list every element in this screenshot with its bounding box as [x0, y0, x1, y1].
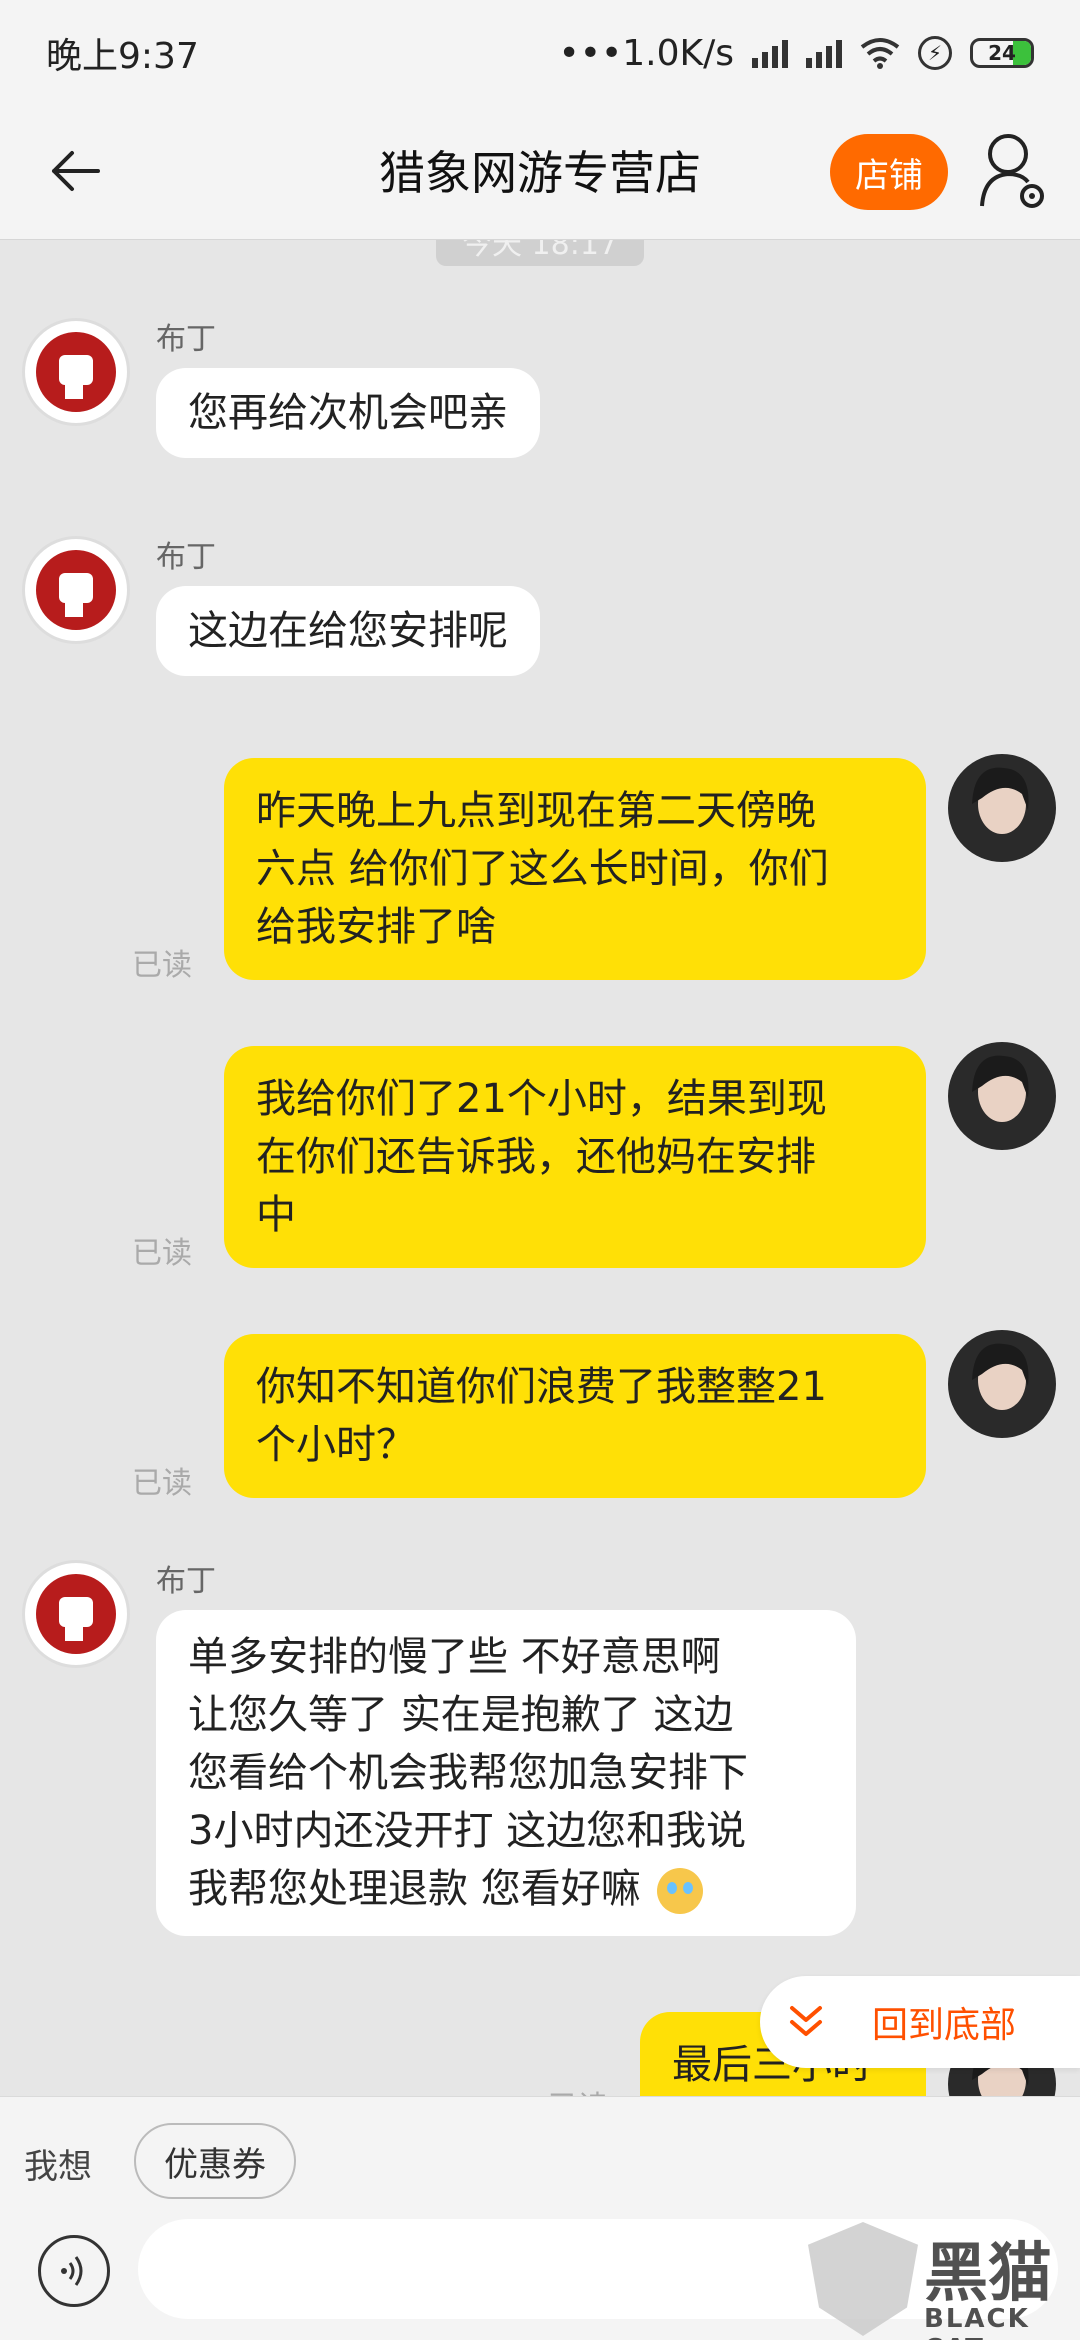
- coupon-button[interactable]: 优惠券: [134, 2123, 296, 2199]
- quick-reply-label: 我想: [24, 2147, 92, 2187]
- sender-name: 布丁: [156, 540, 216, 575]
- signal-icon: [752, 38, 788, 68]
- status-bar: 晚上9:37 •••1.0K/s ⚡ 24: [0, 0, 1080, 106]
- chat-area[interactable]: 今天 18:17 布丁 您再给次机会吧亲 布丁 这边在给您安排呢 昨天晚上九点到…: [0, 240, 1080, 2096]
- fist-logo-icon: [36, 1574, 116, 1654]
- message-line: 在你们还告诉我，还他妈在安排: [256, 1134, 816, 1180]
- message-line: 我帮您处理退款 您看好嘛: [188, 1860, 824, 1918]
- message-line: 您看给个机会我帮您加急安排下: [188, 1750, 748, 1796]
- message-line: 让您久等了 实在是抱歉了 这边: [188, 1692, 734, 1738]
- status-icons: •••1.0K/s ⚡ 24: [559, 33, 1034, 74]
- incoming-message[interactable]: 您再给次机会吧亲: [156, 368, 540, 458]
- battery-icon: 24: [970, 38, 1034, 68]
- message-line: 你知不知道你们浪费了我整整21: [256, 1364, 827, 1410]
- shop-avatar[interactable]: [22, 1560, 130, 1668]
- watermark-en: BLACK CAT: [924, 2304, 1030, 2340]
- voice-icon: [61, 2256, 83, 2286]
- nav-bar: 猎象网游专营店 店铺: [0, 106, 1080, 240]
- fist-logo-icon: [36, 550, 116, 630]
- shop-button[interactable]: 店铺: [830, 134, 948, 210]
- crying-emoji-icon: [657, 1868, 704, 1914]
- fist-logo-icon: [36, 332, 116, 412]
- user-photo-icon: [972, 1055, 1029, 1122]
- read-status: 已读: [548, 2082, 608, 2096]
- cat-shield-icon: [808, 2222, 918, 2336]
- my-avatar[interactable]: [948, 1330, 1056, 1438]
- message-line: 昨天晚上九点到现在第二天傍晚: [256, 788, 816, 834]
- sender-name: 布丁: [156, 1564, 216, 1599]
- outgoing-message[interactable]: 昨天晚上九点到现在第二天傍晚 六点 给你们了这么长时间，你们 给我安排了啥: [224, 758, 926, 980]
- charging-icon: ⚡: [918, 36, 952, 70]
- incoming-message[interactable]: 这边在给您安排呢: [156, 586, 540, 676]
- outgoing-message[interactable]: 我给你们了21个小时，结果到现 在你们还告诉我，还他妈在安排 中: [224, 1046, 926, 1268]
- watermark-cn: 黑猫: [924, 2237, 1052, 2311]
- read-status: 已读: [132, 948, 192, 983]
- time-divider: 今天 18:17: [436, 240, 644, 266]
- back-arrow-icon: [52, 151, 100, 191]
- wifi-icon: [860, 38, 900, 69]
- outgoing-message[interactable]: 你知不知道你们浪费了我整整21 个小时？: [224, 1334, 926, 1498]
- voice-input-button[interactable]: [38, 2235, 110, 2307]
- scroll-to-bottom-button[interactable]: 回到底部: [760, 1976, 1080, 2068]
- my-avatar[interactable]: [948, 1042, 1056, 1150]
- message-line: 六点 给你们了这么长时间，你们: [256, 846, 829, 892]
- shop-avatar[interactable]: [22, 318, 130, 426]
- message-line: 3小时内还没开打 这边您和我说: [188, 1808, 747, 1854]
- signal-icon-2: [806, 38, 842, 68]
- user-settings-button[interactable]: [978, 130, 1048, 214]
- network-speed: •••1.0K/s: [558, 32, 734, 74]
- scroll-to-bottom-label: 回到底部: [872, 2005, 1017, 2046]
- message-line: 中: [256, 1192, 296, 1238]
- user-settings-icon: [980, 134, 1044, 208]
- read-status: 已读: [132, 1236, 192, 1271]
- battery-level: 24: [988, 41, 1016, 65]
- back-button[interactable]: [40, 136, 110, 206]
- message-line: 我给你们了21个小时，结果到现: [256, 1076, 827, 1122]
- double-chevron-down-icon: [790, 2006, 822, 2036]
- message-line-text: 我帮您处理退款 您看好嘛: [188, 1866, 641, 1912]
- watermark-logo: 黑猫 BLACK CAT: [808, 2222, 1080, 2340]
- sender-name: 布丁: [156, 322, 216, 357]
- status-time: 晚上9:37: [46, 36, 199, 77]
- user-photo-icon: [972, 767, 1029, 834]
- shop-avatar[interactable]: [22, 536, 130, 644]
- my-avatar[interactable]: [948, 754, 1056, 862]
- message-line: 个小时？: [256, 1422, 416, 1468]
- incoming-message[interactable]: 单多安排的慢了些 不好意思啊 让您久等了 实在是抱歉了 这边 您看给个机会我帮您…: [156, 1610, 856, 1936]
- message-line: 单多安排的慢了些 不好意思啊: [188, 1634, 721, 1680]
- message-line: 给我安排了啥: [256, 904, 496, 950]
- read-status: 已读: [132, 1466, 192, 1501]
- user-photo-icon: [972, 1343, 1029, 1410]
